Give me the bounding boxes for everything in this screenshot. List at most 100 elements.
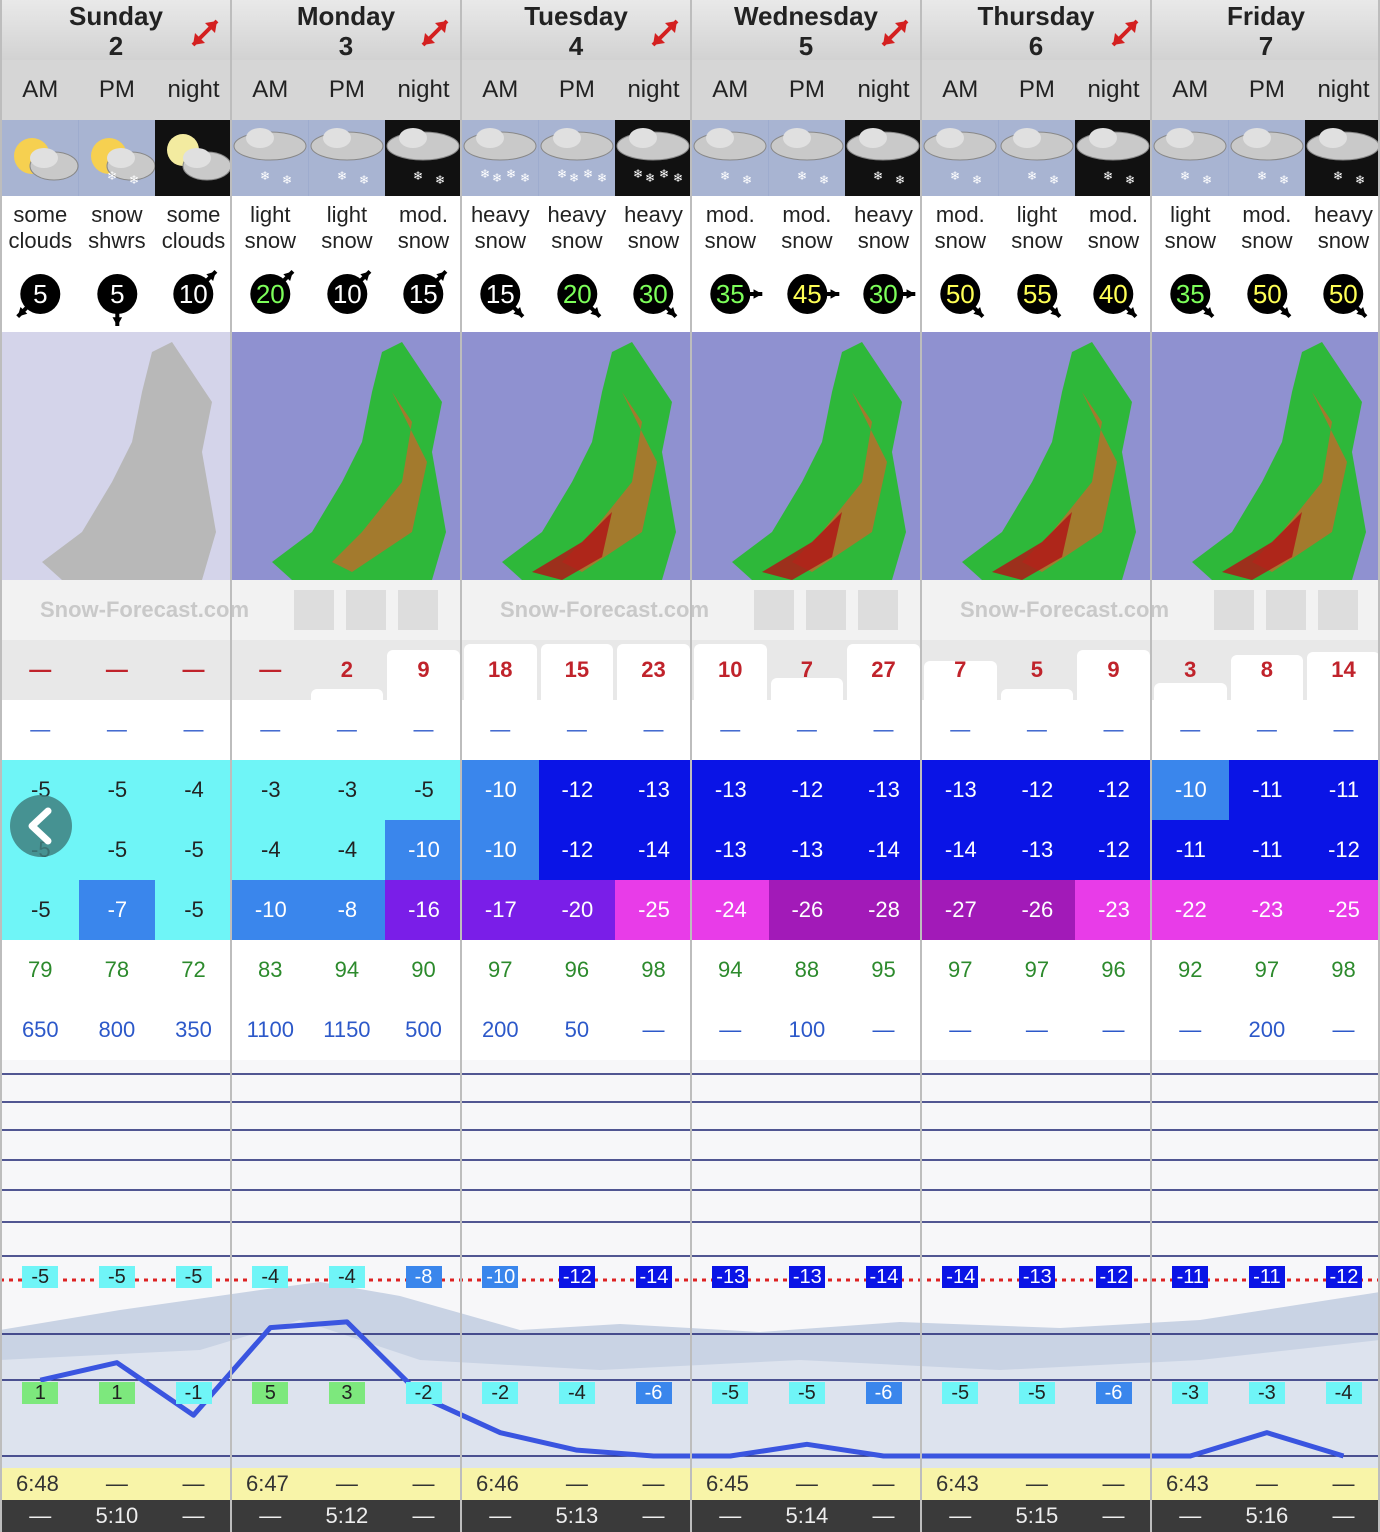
weather-description: mod. snow	[692, 196, 769, 258]
peak-temperature-tag: -5	[22, 1266, 59, 1288]
cloud-heavy-snow-icon: ❄ ❄ ❄ ❄	[538, 120, 616, 196]
snow-map[interactable]	[2, 332, 230, 580]
day-separator	[230, 0, 232, 1532]
rain-amount: —	[1333, 719, 1354, 741]
day-header[interactable]: Tuesday 4	[462, 0, 692, 60]
wind-indicator: 50	[922, 258, 999, 332]
snow-map[interactable]	[1152, 332, 1380, 580]
rain-amount: —	[490, 719, 511, 741]
wind-arrow-icon: 15	[403, 269, 448, 314]
weather-symbol: ❄ ❄	[308, 120, 386, 196]
humidity-value: 96	[564, 957, 590, 982]
weather-symbol	[2, 120, 79, 196]
weather-symbol: ❄ ❄ ❄ ❄	[462, 120, 539, 196]
svg-text:❄: ❄	[873, 169, 883, 183]
temp-max-cell: -11	[1305, 760, 1380, 820]
sunrise-time: —	[565, 1471, 588, 1496]
sunrise-time: —	[872, 1471, 895, 1496]
snow-amount: 5	[1030, 657, 1044, 682]
freezing-level-value: 1150	[323, 1017, 371, 1042]
cloud-snow-icon: ❄ ❄	[692, 120, 769, 196]
map-toggle-arrow-icon[interactable]	[806, 590, 846, 630]
humidity-value: 94	[718, 957, 743, 982]
windchill-cell: -7	[78, 880, 157, 940]
windchill-cell: -5	[155, 880, 233, 940]
temp-min-cell: -12	[1305, 820, 1380, 880]
map-toggle-sun-icon[interactable]	[1318, 590, 1358, 630]
weather-word: shwrs	[88, 228, 146, 253]
weather-description: light snow	[998, 196, 1076, 258]
weather-description: heavy snow	[1305, 196, 1380, 258]
temp-min-cell: -14	[615, 820, 693, 880]
snow-map[interactable]	[462, 332, 690, 580]
svg-text:❄: ❄	[597, 171, 607, 185]
humidity-value: 72	[181, 957, 206, 982]
peak-temperature-tag: -10	[482, 1266, 519, 1288]
sunset-time: 5:16	[1245, 1503, 1289, 1528]
base-temperature-tag: 1	[98, 1382, 135, 1404]
day-header[interactable]: Wednesday 5	[692, 0, 922, 60]
day-header[interactable]: Thursday 6	[922, 0, 1152, 60]
sunset-time: —	[1332, 1503, 1355, 1528]
cloud-snow-icon: ❄ ❄	[1228, 120, 1306, 196]
rain-amount: —	[183, 719, 204, 741]
map-toggle-arrow-icon[interactable]	[346, 590, 386, 630]
base-temperature-tag: 3	[328, 1382, 365, 1404]
temp-min-cell: -12	[1075, 820, 1153, 880]
map-toggle-cloud-icon[interactable]	[294, 590, 334, 630]
snow-map[interactable]	[692, 332, 920, 580]
weather-word: mod.	[935, 202, 985, 227]
humidity-value: 78	[104, 957, 130, 982]
svg-text:❄: ❄	[742, 173, 752, 187]
weather-word: mod.	[1089, 202, 1138, 227]
cloud-heavy-snow-icon: ❄ ❄ ❄ ❄	[462, 120, 539, 196]
temp-max-cell: -11	[1228, 760, 1307, 820]
freezing-level-value: —	[719, 1017, 742, 1042]
temp-min-cell: -13	[998, 820, 1077, 880]
wind-speed: 15	[409, 279, 438, 309]
humidity-value: 98	[641, 957, 666, 982]
base-temperature-tag: -3	[1248, 1382, 1285, 1404]
weather-word: snow	[551, 228, 603, 253]
wind-indicator: 55	[998, 258, 1076, 332]
sunset-time: 5:10	[95, 1503, 139, 1528]
previous-arrow-button[interactable]	[10, 795, 72, 857]
freezing-level-value: 350	[175, 1017, 212, 1042]
windchill-cell: -26	[768, 880, 847, 940]
svg-text:❄: ❄	[107, 169, 117, 183]
freezing-level-value: 200	[481, 1017, 519, 1042]
svg-text:❄: ❄	[645, 171, 655, 185]
wind-speed: 5	[110, 279, 124, 309]
snow-map-image	[692, 332, 920, 580]
snow-map[interactable]	[922, 332, 1150, 580]
chevron-left-icon	[28, 807, 52, 845]
weather-description: light snow	[1152, 196, 1229, 258]
cloud-snow-icon: ❄ ❄	[922, 120, 999, 196]
period-label: PM	[538, 60, 616, 120]
day-header[interactable]: Sunday 2	[2, 0, 232, 60]
day-separator	[460, 0, 462, 1532]
svg-text:❄: ❄	[1180, 169, 1190, 183]
snow-map[interactable]	[232, 332, 460, 580]
base-temperature-tag: -4	[558, 1382, 595, 1404]
freezing-level-value: —	[872, 1017, 895, 1042]
sunset-time: —	[29, 1503, 52, 1528]
weather-word: heavy	[1314, 202, 1373, 227]
wind-speed: 10	[179, 279, 208, 309]
map-toggle-sun-icon[interactable]	[398, 590, 438, 630]
wind-arrow-icon: 20	[250, 269, 295, 314]
map-toggle-sun-icon[interactable]	[858, 590, 898, 630]
sunrise-time: —	[1102, 1471, 1125, 1496]
sunrise-time: 6:43	[1166, 1471, 1209, 1496]
temp-max-cell: -13	[692, 760, 770, 820]
day-header[interactable]: Monday 3	[232, 0, 462, 60]
map-toggle-cloud-icon[interactable]	[1214, 590, 1254, 630]
map-toggle-cloud-icon[interactable]	[754, 590, 794, 630]
humidity-value: 90	[411, 957, 436, 982]
temp-max-cell: -13	[615, 760, 693, 820]
wind-arrow-icon: 50	[1323, 274, 1368, 319]
windchill-cell: -8	[308, 880, 387, 940]
day-header[interactable]: Friday 7	[1152, 0, 1380, 60]
map-toggle-arrow-icon[interactable]	[1266, 590, 1306, 630]
sunset-time: —	[1102, 1503, 1125, 1528]
